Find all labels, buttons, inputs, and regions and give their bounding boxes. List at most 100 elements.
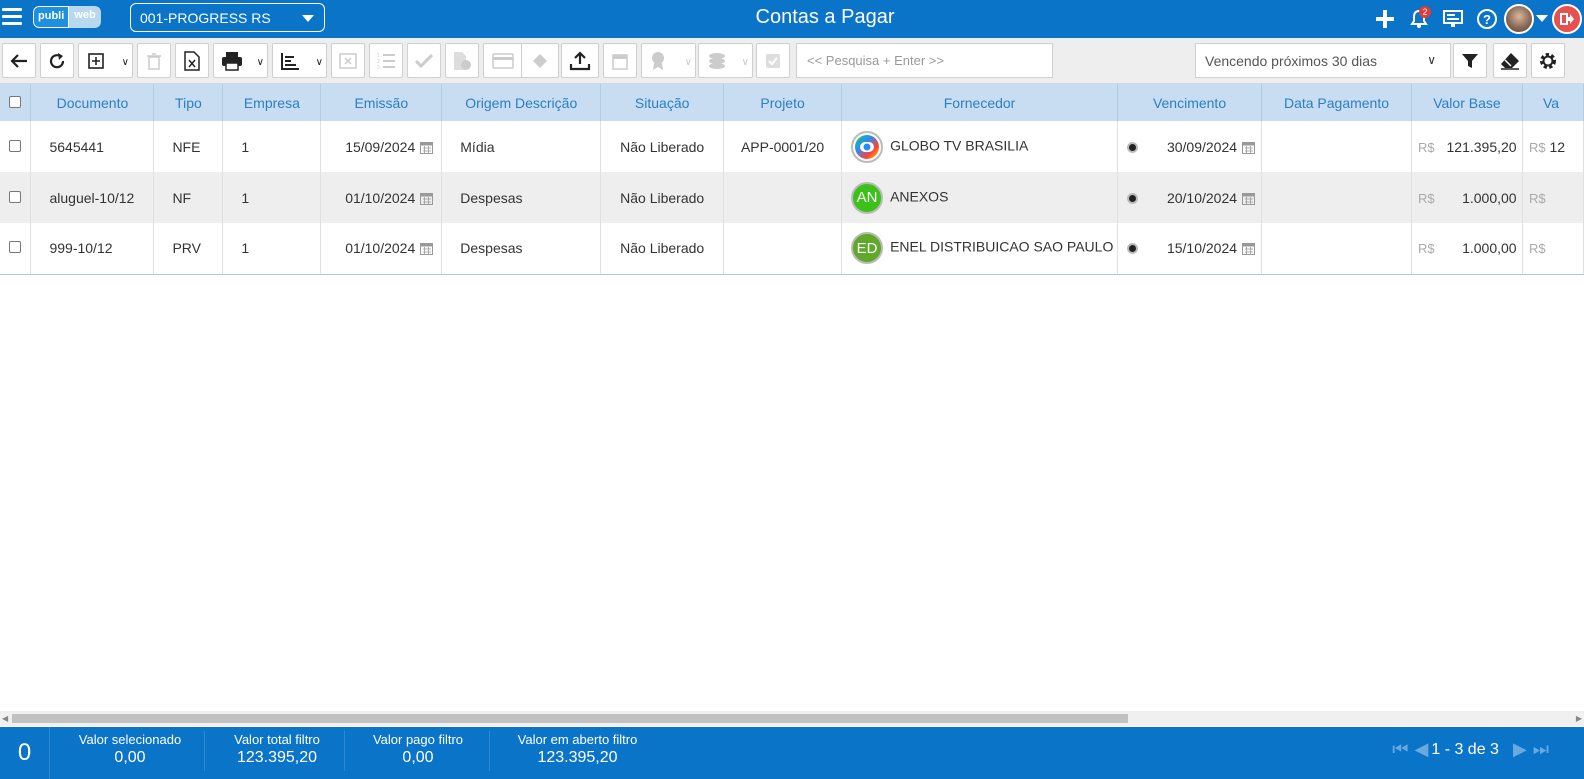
calendar-icon[interactable] <box>1242 192 1256 205</box>
column-header-documento[interactable]: Documento <box>30 84 155 121</box>
search-input[interactable]: << Pesquisa + Enter >> <box>796 43 1053 78</box>
cell-data-pagamento <box>1261 121 1412 172</box>
column-header-projeto[interactable]: Projeto <box>723 84 843 121</box>
horizontal-scrollbar[interactable]: ◀ ▶ <box>0 711 1584 726</box>
previous-page-icon[interactable]: ◀ <box>1415 739 1429 760</box>
refresh-button[interactable] <box>40 43 74 78</box>
cell-emissao[interactable]: 01/10/2024 <box>320 223 443 275</box>
notifications-bell-icon[interactable]: 2 <box>1402 2 1436 36</box>
svg-text:3: 3 <box>377 65 380 70</box>
table-row[interactable]: 999-10/12 PRV 1 01/10/2024 Despesas Não … <box>0 223 1584 275</box>
valor-pago-value: 0,00 <box>402 749 434 766</box>
column-header-empresa[interactable]: Empresa <box>222 84 322 121</box>
column-header-origem[interactable]: Origem Descrição <box>441 84 602 121</box>
cell-vencimento[interactable]: 20/10/2024 <box>1117 172 1263 223</box>
top-bar: publi web 001-PROGRESS RS Contas a Pagar… <box>0 0 1584 38</box>
scrollbar-thumb[interactable] <box>12 714 1128 723</box>
footer-summary: 0 Valor selecionado 0,00 Valor total fil… <box>0 727 1584 779</box>
delete-button[interactable] <box>137 43 171 78</box>
cell-valor-next: R$ 12 <box>1522 121 1584 172</box>
cell-emissao[interactable]: 01/10/2024 <box>320 172 443 223</box>
diamond-button[interactable] <box>521 43 559 78</box>
currency-symbol: R$ <box>1528 139 1546 155</box>
chevron-down-icon: ∨ <box>1427 53 1436 67</box>
emissao-value: 01/10/2024 <box>345 189 416 206</box>
valor-aberto-value: 123.395,20 <box>537 749 618 766</box>
settings-button[interactable] <box>1531 43 1565 78</box>
valor-pago-label: Valor pago filtro <box>372 732 464 747</box>
cell-projeto <box>723 172 843 223</box>
column-header-situacao[interactable]: Situação <box>600 84 725 121</box>
export-excel-button[interactable] <box>175 43 209 78</box>
cell-origem: Despesas <box>441 223 602 275</box>
help-icon[interactable]: ? <box>1470 2 1504 36</box>
first-page-icon[interactable]: ⏮ <box>1392 739 1408 760</box>
select-all-checkbox-cell[interactable] <box>0 84 32 121</box>
check-box-button[interactable] <box>756 43 790 78</box>
cell-fornecedor: AN ANEXOS <box>841 172 1119 223</box>
calendar-icon[interactable] <box>420 192 434 205</box>
column-header-valor-base[interactable]: Valor Base <box>1411 84 1523 121</box>
chevron-down-icon: ∨ <box>256 57 264 68</box>
document-money-button[interactable] <box>445 43 479 78</box>
scroll-right-icon[interactable]: ▶ <box>1576 714 1582 723</box>
cell-empresa: 1 <box>222 121 322 172</box>
scroll-left-icon[interactable]: ◀ <box>2 714 8 723</box>
select-all-checkbox[interactable] <box>9 95 22 108</box>
add-button[interactable]: ∨ <box>78 43 133 78</box>
last-page-icon[interactable]: ⏭ <box>1533 739 1549 760</box>
coins-button[interactable]: ∨ <box>698 43 753 78</box>
filter-button[interactable] <box>1453 43 1487 78</box>
badge-button[interactable]: ∨ <box>641 43 696 78</box>
numbered-list-button[interactable]: 123 <box>369 43 403 78</box>
emissao-value: 01/10/2024 <box>345 240 416 257</box>
valor-next-value: 12 <box>1549 138 1566 155</box>
calendar-icon[interactable] <box>1242 242 1256 256</box>
column-header-tipo[interactable]: Tipo <box>153 84 224 121</box>
calendar-button[interactable] <box>603 43 637 78</box>
calendar-icon[interactable] <box>420 242 434 256</box>
next-page-icon[interactable]: ▶ <box>1513 739 1527 760</box>
table-row[interactable]: 5645441 NFE 1 15/09/2024 Mídia Não Liber… <box>0 121 1584 172</box>
approve-button[interactable] <box>407 43 441 78</box>
period-select[interactable]: Vencendo próximos 30 dias ∨ <box>1195 43 1451 78</box>
row-checkbox[interactable] <box>9 139 22 152</box>
column-header-valor-next[interactable]: Va <box>1522 84 1584 121</box>
column-header-data-pagamento[interactable]: Data Pagamento <box>1261 84 1412 121</box>
currency-symbol: R$ <box>1528 190 1546 206</box>
calendar-icon[interactable] <box>420 141 434 154</box>
column-header-vencimento[interactable]: Vencimento <box>1117 84 1263 121</box>
upload-button[interactable] <box>561 43 599 78</box>
cell-tipo: NF <box>153 172 224 223</box>
table-row[interactable]: aluguel-10/12 NF 1 01/10/2024 Despesas N… <box>0 172 1584 223</box>
add-icon[interactable] <box>1368 2 1402 36</box>
page-title: Contas a Pagar <box>755 6 895 28</box>
valor-selecionado: Valor selecionado 0,00 <box>70 732 190 767</box>
clear-filter-button[interactable] <box>1493 43 1527 78</box>
row-checkbox[interactable] <box>9 190 22 203</box>
monitor-icon[interactable] <box>1436 2 1470 36</box>
column-header-emissao[interactable]: Emissão <box>320 84 443 121</box>
user-avatar[interactable] <box>1504 4 1534 34</box>
cell-emissao[interactable]: 15/09/2024 <box>320 121 443 172</box>
card-button[interactable] <box>483 43 523 78</box>
chart-button[interactable]: ∨ <box>272 43 327 78</box>
back-button[interactable] <box>2 43 36 78</box>
row-checkbox-cell[interactable] <box>0 172 32 223</box>
valor-aberto-label: Valor em aberto filtro <box>517 732 638 747</box>
chevron-down-icon[interactable] <box>1534 2 1550 36</box>
cell-vencimento[interactable]: 15/10/2024 <box>1117 223 1263 275</box>
fornecedor-name: GLOBO TV BRASILIA <box>890 137 1029 154</box>
row-checkbox-cell[interactable] <box>0 121 32 172</box>
logout-icon[interactable] <box>1552 4 1582 34</box>
print-button[interactable]: ∨ <box>213 43 268 78</box>
cancel-button[interactable] <box>331 43 365 78</box>
currency-symbol: R$ <box>1417 190 1435 206</box>
row-checkbox[interactable] <box>9 241 22 254</box>
valor-base-value: 1.000,00 <box>1462 189 1517 206</box>
column-header-fornecedor[interactable]: Fornecedor <box>841 84 1119 121</box>
row-checkbox-cell[interactable] <box>0 223 32 275</box>
calendar-icon[interactable] <box>1242 141 1256 154</box>
cell-valor-base: R$ 121.395,20 <box>1411 121 1523 172</box>
cell-vencimento[interactable]: 30/09/2024 <box>1117 121 1263 172</box>
